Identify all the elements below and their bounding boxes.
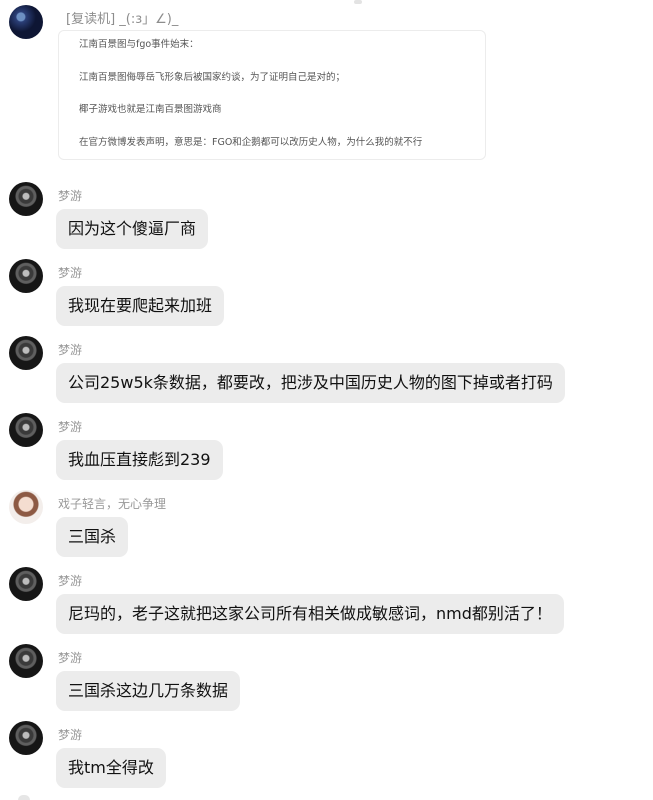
avatar[interactable] xyxy=(9,413,43,447)
sender-name: 梦游 xyxy=(58,651,83,665)
message-bubble[interactable]: 三国杀 xyxy=(56,517,129,557)
card-line: 椰子游戏也就是江南百景图游戏商 xyxy=(79,104,222,115)
avatar[interactable] xyxy=(9,336,43,370)
scroll-edge-mark xyxy=(354,0,362,4)
sender-name: [复读机] _(:з」∠)_ xyxy=(66,12,179,27)
next-avatar-edge xyxy=(18,795,30,800)
message-bubble[interactable]: 因为这个傻逼厂商 xyxy=(56,209,209,249)
sender-name: 梦游 xyxy=(58,189,83,203)
message-bubble[interactable]: 公司25w5k条数据，都要改，把涉及中国历史人物的图下掉或者打码 xyxy=(56,363,565,403)
card-line: 江南百景图侮辱岳飞形象后被国家约谈，为了证明自己是对的； xyxy=(79,72,346,83)
sender-name: 梦游 xyxy=(58,728,83,742)
sender-name: 梦游 xyxy=(58,343,83,357)
avatar[interactable] xyxy=(9,567,43,601)
avatar[interactable] xyxy=(9,5,43,39)
sender-name: 梦游 xyxy=(58,420,83,434)
sender-name: 梦游 xyxy=(58,266,83,280)
message-bubble[interactable]: 我血压直接彪到239 xyxy=(56,440,223,480)
avatar[interactable] xyxy=(9,721,43,755)
avatar[interactable] xyxy=(9,490,43,524)
message-bubble[interactable]: 三国杀这边几万条数据 xyxy=(56,671,241,711)
card-line: 在官方微博发表声明，意思是：FGO和企鹅都可以改历史人物，为什么我的就不行 xyxy=(79,137,423,148)
avatar[interactable] xyxy=(9,182,43,216)
message-bubble[interactable]: 我tm全得改 xyxy=(56,748,166,788)
message-bubble[interactable]: 尼玛的，老子这就把这家公司所有相关做成敏感词，nmd都别活了！ xyxy=(56,594,564,634)
card-line: 江南百景图与fgo事件始末： xyxy=(79,39,199,50)
avatar[interactable] xyxy=(9,644,43,678)
forwarded-text-card[interactable]: 江南百景图与fgo事件始末： 江南百景图侮辱岳飞形象后被国家约谈，为了证明自己是… xyxy=(58,30,486,160)
sender-name: 梦游 xyxy=(58,574,83,588)
sender-name: 戏子轻言，无心争理 xyxy=(58,497,167,511)
message-bubble[interactable]: 我现在要爬起来加班 xyxy=(56,286,225,326)
avatar[interactable] xyxy=(9,259,43,293)
